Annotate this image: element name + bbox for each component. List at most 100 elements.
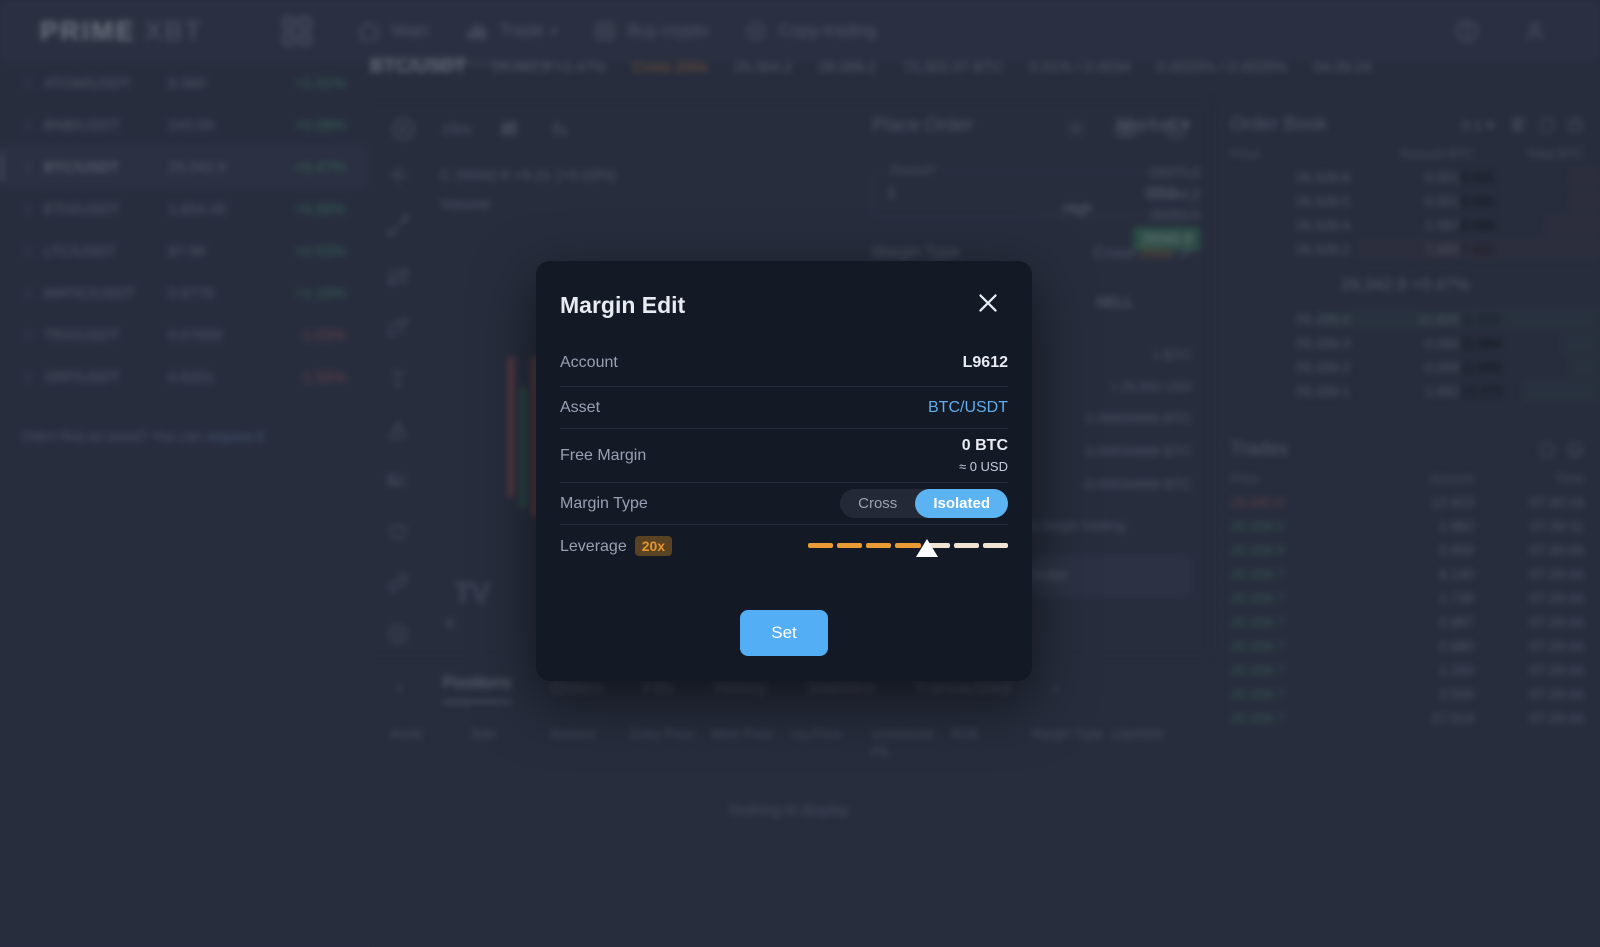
asset-value[interactable]: BTC/USDT [928, 399, 1008, 417]
book-layout-icon[interactable] [1510, 116, 1528, 134]
order-book-bid-row[interactable]: 29,339.0 11.620 11.620 [1210, 307, 1600, 331]
order-book-columns: Price Amount BTC Total BTC [1210, 140, 1600, 165]
order-book-ask-row[interactable]: 29,339.4 1.097 8.589 [1210, 213, 1600, 237]
star-icon[interactable]: ☆ [22, 369, 44, 386]
text-tool-icon[interactable] [385, 366, 411, 392]
help-circle-icon[interactable] [1454, 18, 1480, 44]
horizontal-lines-icon[interactable] [385, 264, 411, 290]
slider-handle[interactable] [916, 538, 938, 557]
amount-value: 1 [887, 185, 896, 202]
order-book-ask-row[interactable]: 29,339.2 7.492 7.492 [1210, 237, 1600, 261]
tab-history[interactable]: History [714, 678, 767, 698]
ticker-pair[interactable]: BTC/USDT [370, 56, 466, 78]
add-indicator-icon[interactable] [390, 116, 416, 142]
star-icon[interactable]: ☆ [22, 327, 44, 344]
asset-row-atom[interactable]: ☆ ATOM/USDT 8.380 +1.01% [0, 62, 368, 104]
trades-collapse-icon[interactable] [1566, 441, 1584, 459]
order-book-mid: 29,342.9 +0.47% [1340, 275, 1470, 294]
account-value: L9612 [962, 354, 1008, 371]
tabs-next-arrow[interactable]: › [1051, 677, 1058, 700]
col-margin-type: Margin Type [1031, 726, 1103, 741]
place-order-header: Place Order Market ▾ [858, 100, 1206, 137]
tab-orders[interactable]: Orders [552, 678, 604, 698]
asset-row-trx[interactable]: ☆ TRX/USDT 0.07656 -1.53% [0, 314, 368, 356]
asset-change: -1.53% [298, 326, 346, 344]
trade-row: 29,339.7 3.505 07:29:44 [1230, 686, 1584, 702]
close-button[interactable] [974, 289, 1002, 322]
col-unrealized-pl: Unrealized P/L [871, 726, 934, 759]
trend-line-icon[interactable] [385, 213, 411, 239]
logo-prime-text: PRIME [40, 15, 136, 46]
tabs-prev-arrow[interactable]: ‹ [396, 677, 403, 700]
nav-item-buy-crypto[interactable]: Buy crypto [593, 19, 708, 43]
star-icon[interactable]: ☆ [22, 75, 44, 92]
crosshair-icon[interactable] [385, 162, 411, 188]
star-icon[interactable]: ☆ [22, 285, 44, 302]
user-icon[interactable] [1522, 18, 1548, 44]
order-book-ask-row[interactable]: 29,339.8 0.001 8.591 [1210, 165, 1600, 189]
tab-positions[interactable]: Positions [442, 673, 512, 703]
ticker-margin[interactable]: Cross 200x [632, 59, 708, 76]
order-book-bid-row[interactable]: 29,339.3 0.064 11.684 [1210, 331, 1600, 355]
asset-row-eth[interactable]: ☆ ETH/USDT 1,854.05 +0.56% [0, 188, 368, 230]
nav-item-trade[interactable]: Trade ▾ [430, 19, 557, 65]
margin-type-isolated-option[interactable]: Isolated [915, 489, 1008, 519]
margin-type-cross-option[interactable]: Cross [840, 489, 915, 518]
chart-timeframe[interactable]: 15m [442, 121, 471, 138]
asset-row-btc[interactable]: ☆ BTC/USDT 29,342.9 +0.47% [0, 146, 368, 188]
nav-label-trade: Trade [499, 21, 544, 40]
nav-item-copy-trading[interactable]: Copy-trading [744, 19, 876, 43]
home-icon [360, 22, 378, 40]
nav-item-main[interactable]: Main [357, 19, 429, 43]
account-row: Account L9612 [560, 344, 1008, 386]
order-book-grouping[interactable]: 0.1 ▾ [1461, 116, 1494, 134]
positions-empty-state: Nothing to display [729, 802, 849, 820]
patterns-icon[interactable] [385, 468, 411, 494]
margin-type-value[interactable]: Cross 200x ⇗ [1093, 243, 1192, 263]
asset-row-xrp[interactable]: ☆ XRP/USDT 0.6201 -1.55% [0, 356, 368, 398]
measure-ruler-icon[interactable] [385, 570, 411, 596]
sell-button[interactable]: SELL [1037, 285, 1192, 319]
asset-price: 243.59 [168, 116, 214, 134]
leverage-slider[interactable] [808, 535, 1008, 557]
asset-symbol: XRP/USDT [44, 368, 120, 386]
order-type-select[interactable]: Market ▾ [1117, 114, 1190, 137]
asset-change: +0.53% [294, 242, 346, 260]
brush-icon[interactable] [385, 315, 411, 341]
asset-row-matic[interactable]: ☆ MATIC/USDT 0.6779 +1.15% [0, 272, 368, 314]
star-icon[interactable]: ☆ [22, 159, 44, 176]
asset-price: 8.380 [168, 74, 206, 92]
star-icon[interactable]: ☆ [22, 243, 44, 260]
emoji-icon[interactable] [385, 621, 411, 647]
col-asset[interactable]: Asset [390, 725, 470, 760]
amount-input[interactable]: Amount* 1 BTC [872, 163, 1192, 217]
margin-edit-dialog: Margin Edit Account L9612 Asset BTC/USDT… [536, 261, 1032, 681]
order-book-bid-row[interactable]: 29,339.2 0.009 11.693 [1210, 355, 1600, 379]
trades-header: Trades [1210, 425, 1600, 465]
book-settings-icon[interactable] [1538, 116, 1556, 134]
star-icon[interactable]: ☆ [22, 117, 44, 134]
tab-transactions[interactable]: Transactions [915, 678, 1012, 698]
order-book-ask-row[interactable]: 29,339.5 0.001 8.590 [1210, 189, 1600, 213]
buy-crypto-icon [595, 22, 614, 40]
indicators-fx-icon[interactable] [547, 117, 571, 141]
request-asset-link[interactable]: request it [206, 428, 264, 444]
tab-fills[interactable]: Fills [644, 678, 674, 698]
asset-change: +0.47% [294, 158, 346, 176]
set-button[interactable]: Set [740, 610, 828, 657]
gann-fan-icon[interactable] [385, 417, 411, 443]
brand-logo[interactable]: PRIME XBT [40, 16, 203, 47]
order-book-bid-row[interactable]: 29,339.1 1.682 13.375 [1210, 379, 1600, 403]
candlestick-icon[interactable] [497, 117, 521, 141]
margin-type-label: Margin Type [872, 244, 960, 261]
collapse-chevron-icon[interactable] [1566, 116, 1584, 134]
star-icon[interactable]: ☆ [22, 201, 44, 218]
favorites-heart-icon[interactable] [385, 519, 411, 545]
chart-legend-close: C 29342.9 +9.21 (+0.03%) [440, 167, 617, 184]
asset-row-bnb[interactable]: ☆ BNB/USDT 243.59 +0.08% [0, 104, 368, 146]
apps-grid-icon[interactable] [283, 17, 312, 45]
trade-row: 29,339.9 5.959 07:30:05 [1230, 542, 1584, 558]
tab-statistics[interactable]: Statistics [807, 678, 875, 698]
asset-row-ltc[interactable]: ☆ LTC/USDT 87.96 +0.53% [0, 230, 368, 272]
trades-settings-icon[interactable] [1538, 441, 1556, 459]
